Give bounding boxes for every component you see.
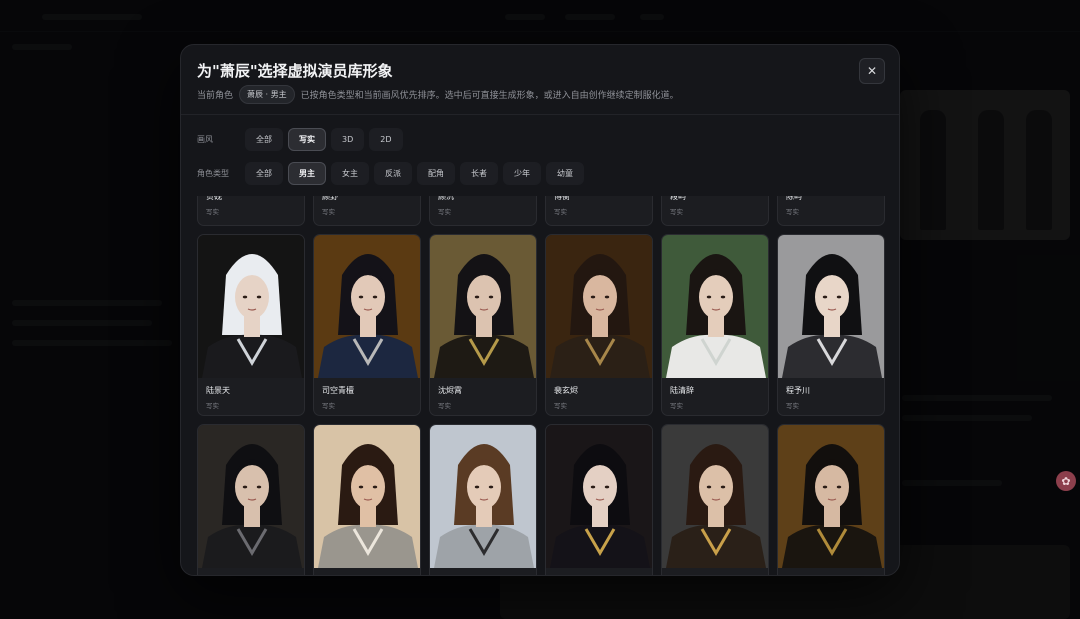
actor-name: 陆清辞 (670, 386, 694, 395)
actor-name: 陈屿 (786, 196, 802, 201)
actor-name: 顾野 (322, 196, 338, 201)
actor-grid: 贺砚 写实 顾野 写实 顾沉 写实 傅衡 写实 段屿 写实 陈屿 写实 陆景天 写实 司空青檀 写实 沈烬霄 写实… (181, 196, 899, 575)
close-button[interactable]: ✕ (859, 58, 885, 84)
style-filter-option[interactable]: 写实 (288, 127, 326, 151)
actor-card[interactable]: 裴玄烬 写实 (545, 234, 653, 416)
actor-portrait-image (430, 425, 536, 568)
actor-portrait-image (198, 425, 304, 568)
actor-library-modal: 为"萧辰"选择虚拟演员库形象 当前角色 萧辰 · 男主 已按角色类型和当前画风优… (180, 44, 900, 576)
actor-portrait-image (198, 235, 304, 378)
actor-portrait (662, 235, 768, 378)
actor-style-tag: 写实 (670, 402, 683, 410)
actor-name: 沈烬霄 (438, 386, 462, 395)
actor-card[interactable]: 司空青檀 写实 (313, 234, 421, 416)
role-type-filter-option[interactable]: 女主 (331, 161, 369, 185)
actor-portrait (778, 235, 884, 378)
style-filter-option[interactable]: 3D (331, 127, 365, 151)
current-role-label: 当前角色 (197, 90, 234, 101)
role-type-filter-row: 角色类型 全部 男主 女主 反派 配角 长者 少年 幼童 (197, 161, 589, 185)
actor-name: 段屿 (670, 196, 686, 201)
actor-portrait (430, 425, 536, 568)
actor-portrait (662, 425, 768, 568)
actor-style-tag: 写实 (438, 402, 451, 410)
modal-header: 为"萧辰"选择虚拟演员库形象 当前角色 萧辰 · 男主 已按角色类型和当前画风优… (181, 45, 899, 115)
style-filter-row: 画风 全部 写实 3D 2D (197, 127, 408, 151)
actor-style-tag: 写实 (206, 402, 219, 410)
role-type-filter-option[interactable]: 反派 (374, 161, 412, 185)
actor-portrait-image (314, 235, 420, 378)
role-type-filter-option[interactable]: 全部 (245, 161, 283, 185)
modal-subtitle: 当前角色 萧辰 · 男主 已按角色类型和当前画风优先排序。选中后可直接生成形象，… (197, 84, 679, 104)
actor-portrait-image (546, 425, 652, 568)
actor-card[interactable]: 顾沉 写实 (429, 196, 537, 226)
actor-style-tag: 写实 (786, 208, 799, 216)
role-type-filter-option[interactable]: 长者 (460, 161, 498, 185)
actor-name: 裴玄烬 (554, 386, 578, 395)
flower-icon[interactable]: ✿ (1056, 471, 1076, 491)
actor-portrait (314, 425, 420, 568)
actor-portrait-image (314, 425, 420, 568)
current-role-chip: 萧辰 · 男主 (239, 84, 295, 104)
actor-style-tag: 写实 (322, 208, 335, 216)
actor-portrait-image (430, 235, 536, 378)
actor-name: 顾沉 (438, 196, 454, 201)
actor-portrait (430, 235, 536, 378)
subtitle-description: 已按角色类型和当前画风优先排序。选中后可直接生成形象，或进入自由创作继续定制服化… (300, 90, 679, 101)
actor-portrait-image (778, 425, 884, 568)
actor-portrait-image (778, 235, 884, 378)
actor-card[interactable]: 程予川 写实 (777, 234, 885, 416)
role-type-filter-option[interactable]: 配角 (417, 161, 455, 185)
actor-card[interactable]: 贺砚 写实 (197, 196, 305, 226)
actor-card[interactable] (661, 424, 769, 575)
actor-card[interactable] (429, 424, 537, 575)
actor-name: 贺砚 (206, 196, 222, 201)
actor-portrait (198, 235, 304, 378)
role-type-filter-option[interactable]: 少年 (503, 161, 541, 185)
actor-portrait (778, 425, 884, 568)
actor-style-tag: 写实 (438, 208, 451, 216)
actor-style-tag: 写实 (322, 402, 335, 410)
actor-portrait (198, 425, 304, 568)
style-filter-options: 全部 写实 3D 2D (245, 127, 408, 151)
actor-card[interactable] (777, 424, 885, 575)
actor-card[interactable] (313, 424, 421, 575)
actor-style-tag: 写实 (670, 208, 683, 216)
actor-portrait (546, 235, 652, 378)
actor-name: 傅衡 (554, 196, 570, 201)
actor-style-tag: 写实 (554, 402, 567, 410)
actor-name: 程予川 (786, 386, 810, 395)
actor-portrait (314, 235, 420, 378)
actor-card[interactable] (545, 424, 653, 575)
actor-portrait-image (662, 235, 768, 378)
style-filter-option[interactable]: 全部 (245, 127, 283, 151)
actor-card[interactable]: 陆景天 写实 (197, 234, 305, 416)
actor-name: 陆景天 (206, 386, 230, 395)
actor-card[interactable]: 陈屿 写实 (777, 196, 885, 226)
actor-card[interactable] (197, 424, 305, 575)
modal-title: 为"萧辰"选择虚拟演员库形象 (197, 62, 393, 80)
close-icon: ✕ (866, 64, 878, 78)
actor-card[interactable]: 段屿 写实 (661, 196, 769, 226)
role-type-filter-option[interactable]: 男主 (288, 161, 326, 185)
actor-style-tag: 写实 (786, 402, 799, 410)
actor-card[interactable]: 陆清辞 写实 (661, 234, 769, 416)
actor-card[interactable]: 沈烬霄 写实 (429, 234, 537, 416)
actor-style-tag: 写实 (206, 208, 219, 216)
actor-name: 司空青檀 (322, 386, 354, 395)
style-filter-option[interactable]: 2D (369, 127, 403, 151)
role-type-filter-option[interactable]: 幼童 (546, 161, 584, 185)
style-filter-label: 画风 (197, 134, 213, 144)
actor-card[interactable]: 顾野 写实 (313, 196, 421, 226)
role-type-filter-options: 全部 男主 女主 反派 配角 长者 少年 幼童 (245, 161, 589, 185)
role-type-filter-label: 角色类型 (197, 168, 229, 178)
actor-style-tag: 写实 (554, 208, 567, 216)
actor-portrait-image (546, 235, 652, 378)
actor-portrait (546, 425, 652, 568)
actor-portrait-image (662, 425, 768, 568)
actor-card[interactable]: 傅衡 写实 (545, 196, 653, 226)
